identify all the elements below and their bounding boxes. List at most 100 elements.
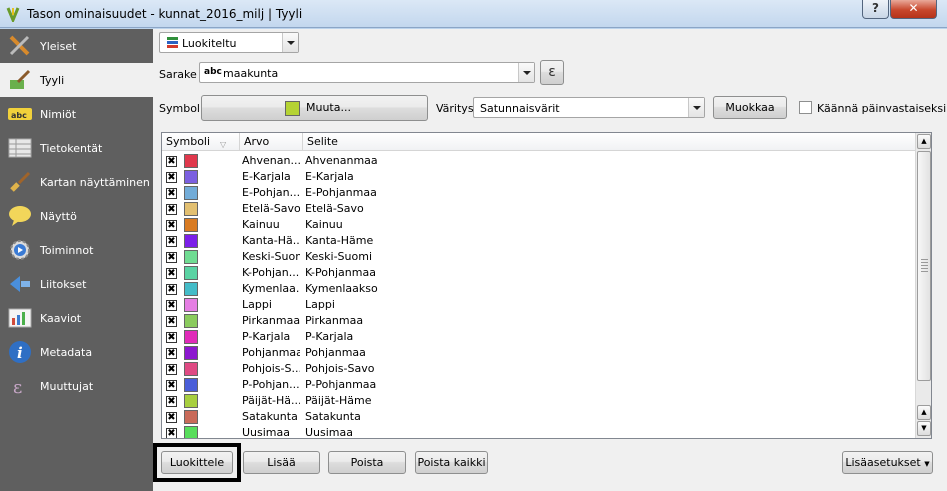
sidebar-item-muuttujat[interactable]: ε Muuttujat (0, 369, 153, 403)
table-row[interactable]: ✖ E-Karjala E-Karjala (162, 169, 915, 185)
sidebar-item-tyyli[interactable]: Tyyli (0, 63, 153, 97)
renderer-select[interactable]: Luokiteltu (159, 32, 299, 53)
class-symbol-swatch[interactable] (184, 362, 198, 376)
class-symbol-swatch[interactable] (184, 378, 198, 392)
table-row[interactable]: ✖ Lappi Lappi (162, 297, 915, 313)
sidebar-item-kaaviot[interactable]: Kaaviot (0, 301, 153, 335)
class-visible-checkbox[interactable]: ✖ (166, 412, 177, 423)
vertical-scrollbar[interactable]: ▲ ▲ ▼ (915, 133, 931, 438)
class-visible-checkbox[interactable]: ✖ (166, 316, 177, 327)
color-ramp-select[interactable]: Satunnaisvärit (473, 97, 705, 118)
close-button[interactable]: ✕ (890, 0, 937, 19)
column-header-value[interactable]: Arvo (240, 133, 303, 151)
class-symbol-swatch[interactable] (184, 282, 198, 296)
table-row[interactable]: ✖ Keski-Suomi Keski-Suomi (162, 249, 915, 265)
class-visible-checkbox[interactable]: ✖ (166, 220, 177, 231)
class-symbol-swatch[interactable] (184, 266, 198, 280)
column-header-legend[interactable]: Selite (303, 133, 915, 151)
class-symbol-swatch[interactable] (184, 346, 198, 360)
sidebar-item-yleiset[interactable]: Yleiset (0, 29, 153, 63)
sidebar-item-toiminnot[interactable]: Toiminnot (0, 233, 153, 267)
class-symbol-swatch[interactable] (184, 394, 198, 408)
class-visible-checkbox[interactable]: ✖ (166, 268, 177, 279)
class-visible-checkbox[interactable]: ✖ (166, 396, 177, 407)
scroll-down-icon[interactable]: ▼ (917, 421, 931, 436)
column-select[interactable]: abc maakunta (199, 62, 535, 83)
class-legend: Uusimaa (305, 426, 354, 439)
sidebar-item-kartan-näyttäminen[interactable]: Kartan näyttäminen (0, 165, 153, 199)
chevron-down-icon[interactable] (282, 33, 298, 52)
sidebar-item-nimiöt[interactable]: abc Nimiöt (0, 97, 153, 131)
class-visible-checkbox[interactable]: ✖ (166, 188, 177, 199)
class-symbol-swatch[interactable] (184, 170, 198, 184)
sidebar-item-liitokset[interactable]: Liitokset (0, 267, 153, 301)
class-symbol-swatch[interactable] (184, 234, 198, 248)
window-title: Tason ominaisuudet - kunnat_2016_milj | … (27, 7, 303, 21)
class-visible-checkbox[interactable]: ✖ (166, 252, 177, 263)
table-row[interactable]: ✖ E-Pohjan... E-Pohjanmaa (162, 185, 915, 201)
help-button[interactable]: ? (862, 0, 889, 19)
add-class-button[interactable]: Lisää (243, 451, 320, 474)
abc-label-icon: abc (8, 102, 32, 126)
class-visible-checkbox[interactable]: ✖ (166, 236, 177, 247)
sidebar-item-metadata[interactable]: i Metadata (0, 335, 153, 369)
table-row[interactable]: ✖ P-Pohjan... P-Pohjanmaa (162, 377, 915, 393)
class-visible-checkbox[interactable]: ✖ (166, 156, 177, 167)
class-visible-checkbox[interactable]: ✖ (166, 284, 177, 295)
class-value: Kanta-Hä... (242, 234, 300, 247)
scroll-thumb[interactable] (917, 151, 931, 381)
table-row[interactable]: ✖ Kanta-Hä... Kanta-Häme (162, 233, 915, 249)
column-header-symbol[interactable]: Symboli ▽ (162, 133, 240, 151)
string-type-icon: abc (204, 67, 222, 77)
class-visible-checkbox[interactable]: ✖ (166, 348, 177, 359)
class-visible-checkbox[interactable]: ✖ (166, 300, 177, 311)
table-row[interactable]: ✖ Pirkanmaa Pirkanmaa (162, 313, 915, 329)
class-symbol-swatch[interactable] (184, 250, 198, 264)
table-row[interactable]: ✖ P-Karjala P-Karjala (162, 329, 915, 345)
chevron-down-icon[interactable] (688, 98, 704, 117)
class-visible-checkbox[interactable]: ✖ (166, 364, 177, 375)
table-row[interactable]: ✖ Pohjois-S... Pohjois-Savo (162, 361, 915, 377)
svg-text:abc: abc (11, 111, 27, 120)
table-row[interactable]: ✖ Pohjanmaa Pohjanmaa (162, 345, 915, 361)
table-row[interactable]: ✖ Päijät-Hä... Päijät-Häme (162, 393, 915, 409)
edit-ramp-button[interactable]: Muokkaa (713, 96, 787, 119)
invert-label: Käännä päinvastaiseksi (817, 102, 947, 115)
table-row[interactable]: ✖ Uusimaa Uusimaa (162, 425, 915, 439)
class-symbol-swatch[interactable] (184, 186, 198, 200)
table-row[interactable]: ✖ Ahvenan... Ahvenanmaa (162, 153, 915, 169)
chevron-down-icon[interactable] (518, 63, 534, 82)
sidebar-item-label: Kartan näyttäminen (40, 176, 150, 189)
class-visible-checkbox[interactable]: ✖ (166, 172, 177, 183)
sidebar-item-label: Metadata (40, 346, 93, 359)
table-row[interactable]: ✖ Kainuu Kainuu (162, 217, 915, 233)
change-symbol-button[interactable]: Muuta... (201, 95, 428, 121)
scroll-up-icon[interactable]: ▲ (917, 405, 931, 420)
class-symbol-swatch[interactable] (184, 410, 198, 424)
table-row[interactable]: ✖ Etelä-Savo Etelä-Savo (162, 201, 915, 217)
class-symbol-swatch[interactable] (184, 154, 198, 168)
invert-checkbox[interactable] (799, 101, 812, 114)
class-visible-checkbox[interactable]: ✖ (166, 380, 177, 391)
remove-all-button[interactable]: Poista kaikki (415, 451, 488, 474)
class-symbol-swatch[interactable] (184, 314, 198, 328)
class-symbol-swatch[interactable] (184, 202, 198, 216)
table-row[interactable]: ✖ Kymenlaa... Kymenlaakso (162, 281, 915, 297)
class-visible-checkbox[interactable]: ✖ (166, 204, 177, 215)
sidebar-item-näyttö[interactable]: Näyttö (0, 199, 153, 233)
class-symbol-swatch[interactable] (184, 298, 198, 312)
table-row[interactable]: ✖ K-Pohjan... K-Pohjanmaa (162, 265, 915, 281)
class-symbol-swatch[interactable] (184, 330, 198, 344)
remove-class-button[interactable]: Poista (328, 451, 406, 474)
style-panel: Luokiteltu Sarake abc maakunta ε Symboli… (153, 29, 947, 491)
class-value: P-Karjala (242, 330, 291, 343)
expression-button[interactable]: ε (540, 60, 564, 85)
table-row[interactable]: ✖ Satakunta Satakunta (162, 409, 915, 425)
sidebar-item-tietokentät[interactable]: Tietokentät (0, 131, 153, 165)
scroll-up-icon[interactable]: ▲ (917, 134, 931, 149)
class-symbol-swatch[interactable] (184, 218, 198, 232)
class-symbol-swatch[interactable] (184, 426, 198, 438)
advanced-menu-button[interactable]: Lisäasetukset ▼ (842, 451, 933, 474)
class-visible-checkbox[interactable]: ✖ (166, 332, 177, 343)
class-visible-checkbox[interactable]: ✖ (166, 428, 177, 438)
